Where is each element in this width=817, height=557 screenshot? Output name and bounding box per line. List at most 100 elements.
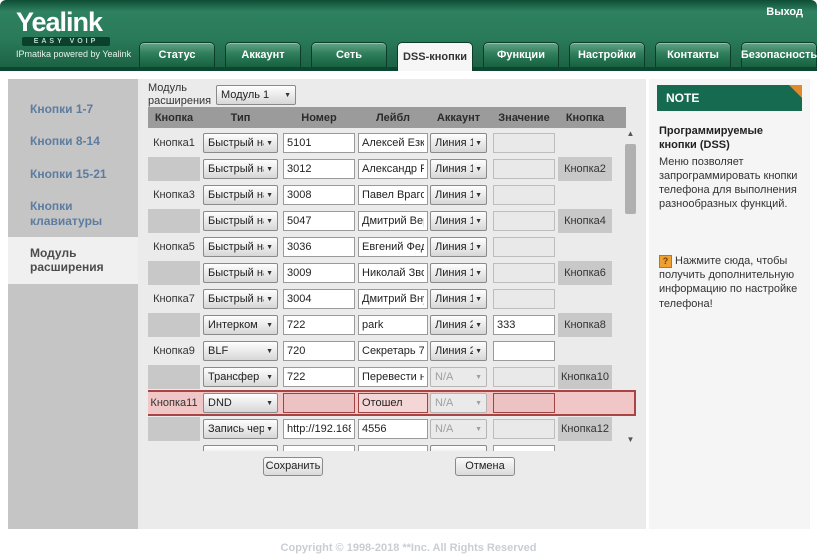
number-input[interactable] [283,211,355,231]
type-dropdown[interactable]: Быстрый наб ▼ [203,185,278,205]
value-input[interactable] [493,419,555,439]
scroll-down-arrow[interactable]: ▼ [624,434,637,446]
type-dropdown[interactable]: Быстрый наб ▼ [203,133,278,153]
number-input[interactable] [283,445,355,451]
type-dropdown[interactable]: Быстрый наб ▼ [203,237,278,257]
tab-Контакты[interactable]: Контакты [655,42,731,67]
sidebar-item[interactable]: Кнопки клавиатуры [8,190,138,237]
button-label-right [558,183,612,207]
type-dropdown[interactable]: Трансфер ▼ [203,367,278,387]
tab-Аккаунт[interactable]: Аккаунт [225,42,301,67]
label-input[interactable] [358,211,428,231]
number-input[interactable] [283,159,355,179]
tab-DSS-кнопки[interactable]: DSS-кнопки [397,42,473,71]
type-dropdown[interactable]: Быстрый наб ▼ [203,289,278,309]
account-dropdown[interactable]: ▼ [430,445,487,451]
account-dropdown[interactable]: Линия 1 ▼ [430,263,487,283]
scroll-up-arrow[interactable]: ▲ [624,128,637,140]
table-row: Быстрый наб ▼ Линия 1 ▼ Кнопка4 [148,209,612,233]
account-dropdown[interactable]: Линия 1 ▼ [430,159,487,179]
type-dropdown[interactable]: Запись чере ▼ [203,419,278,439]
note-help-text: Нажмите сюда, чтобы получить дополнитель… [659,254,798,310]
label-input[interactable] [358,419,428,439]
number-input[interactable] [283,341,355,361]
sidebar-item[interactable]: Модуль расширения [8,236,138,284]
tab-Безопасность[interactable]: Безопасность [741,42,817,67]
number-input[interactable] [283,237,355,257]
value-input[interactable] [493,159,555,179]
label-input[interactable] [358,367,428,387]
value-input[interactable] [493,237,555,257]
column-header: Тип [230,111,251,124]
value-input[interactable] [493,315,555,335]
table-row: ▼ ▼ [148,443,612,451]
type-dropdown[interactable]: Быстрый наб ▼ [203,159,278,179]
label-input[interactable] [358,185,428,205]
table-header-row: Кнопка Тип Номер Лейбл Аккаунт Значение Кнопка [148,107,626,128]
save-button[interactable]: Сохранить [263,457,323,476]
account-dropdown[interactable]: Линия 1 ▼ [430,133,487,153]
value-input[interactable] [493,263,555,283]
sidebar-item[interactable]: Кнопки 8-14 [8,125,138,157]
number-input[interactable] [283,185,355,205]
type-dropdown[interactable]: Интерком ▼ [203,315,278,335]
account-dropdown[interactable]: Линия 1 ▼ [430,211,487,231]
sidebar-item[interactable]: Кнопки 1-7 [8,93,138,125]
number-input[interactable] [283,263,355,283]
cancel-button[interactable]: Отмена [455,457,515,476]
number-input[interactable] [283,393,355,413]
label-input[interactable] [358,393,428,413]
label-input[interactable] [358,289,428,309]
type-dropdown-value: DND [208,397,232,409]
type-dropdown[interactable]: Быстрый наб ▼ [203,263,278,283]
table-row: Интерком ▼ Линия 2 ▼ Кнопка8 [148,313,612,337]
number-input[interactable] [283,419,355,439]
tab-Сеть[interactable]: Сеть [311,42,387,67]
button-label-right: Кнопка6 [558,261,612,285]
account-dropdown[interactable]: N/A ▼ [430,419,487,439]
tab-Настройки[interactable]: Настройки [569,42,645,67]
number-input[interactable] [283,315,355,335]
label-input[interactable] [358,237,428,257]
value-input[interactable] [493,393,555,413]
number-input[interactable] [283,289,355,309]
label-input[interactable] [358,159,428,179]
account-dropdown[interactable]: Линия 1 ▼ [430,185,487,205]
column-header: Кнопка [154,111,194,124]
value-input[interactable] [493,211,555,231]
value-input[interactable] [493,341,555,361]
tab-Статус[interactable]: Статус [139,42,215,67]
number-input[interactable] [283,133,355,153]
label-input[interactable] [358,341,428,361]
sidebar-item[interactable]: Кнопки 15-21 [8,158,138,190]
type-dropdown[interactable]: Быстрый наб ▼ [203,211,278,231]
label-input[interactable] [358,133,428,153]
label-input[interactable] [358,445,428,451]
type-dropdown[interactable]: ▼ [203,445,278,451]
scrollbar-thumb[interactable] [625,144,636,214]
dss-keys-table: Кнопка1 Быстрый наб ▼ Линия 1 ▼ Быстрый … [148,131,642,451]
label-input[interactable] [358,263,428,283]
number-input[interactable] [283,367,355,387]
account-dropdown-value: Линия 1 [435,137,474,149]
scrollbar[interactable]: ▲ ▼ [624,128,637,446]
value-input[interactable] [493,185,555,205]
type-dropdown[interactable]: DND ▼ [203,393,278,413]
value-input[interactable] [493,133,555,153]
note-help-link[interactable]: ? Нажмите сюда, чтобы получить дополнител… [659,254,800,311]
type-dropdown[interactable]: BLF ▼ [203,341,278,361]
value-input[interactable] [493,367,555,387]
module-select[interactable]: Модуль 1 ▼ [216,85,296,105]
account-dropdown[interactable]: Линия 2 ▼ [430,341,487,361]
account-dropdown[interactable]: N/A ▼ [430,393,487,413]
value-input[interactable] [493,289,555,309]
label-input[interactable] [358,315,428,335]
tab-Функции[interactable]: Функции [483,42,559,67]
account-dropdown[interactable]: Линия 1 ▼ [430,289,487,309]
logout-link[interactable]: Выход [766,6,803,18]
account-dropdown[interactable]: Линия 2 ▼ [430,315,487,335]
value-input[interactable] [493,445,555,451]
module-label: Модуль расширения [148,82,212,107]
account-dropdown[interactable]: Линия 1 ▼ [430,237,487,257]
account-dropdown[interactable]: N/A ▼ [430,367,487,387]
